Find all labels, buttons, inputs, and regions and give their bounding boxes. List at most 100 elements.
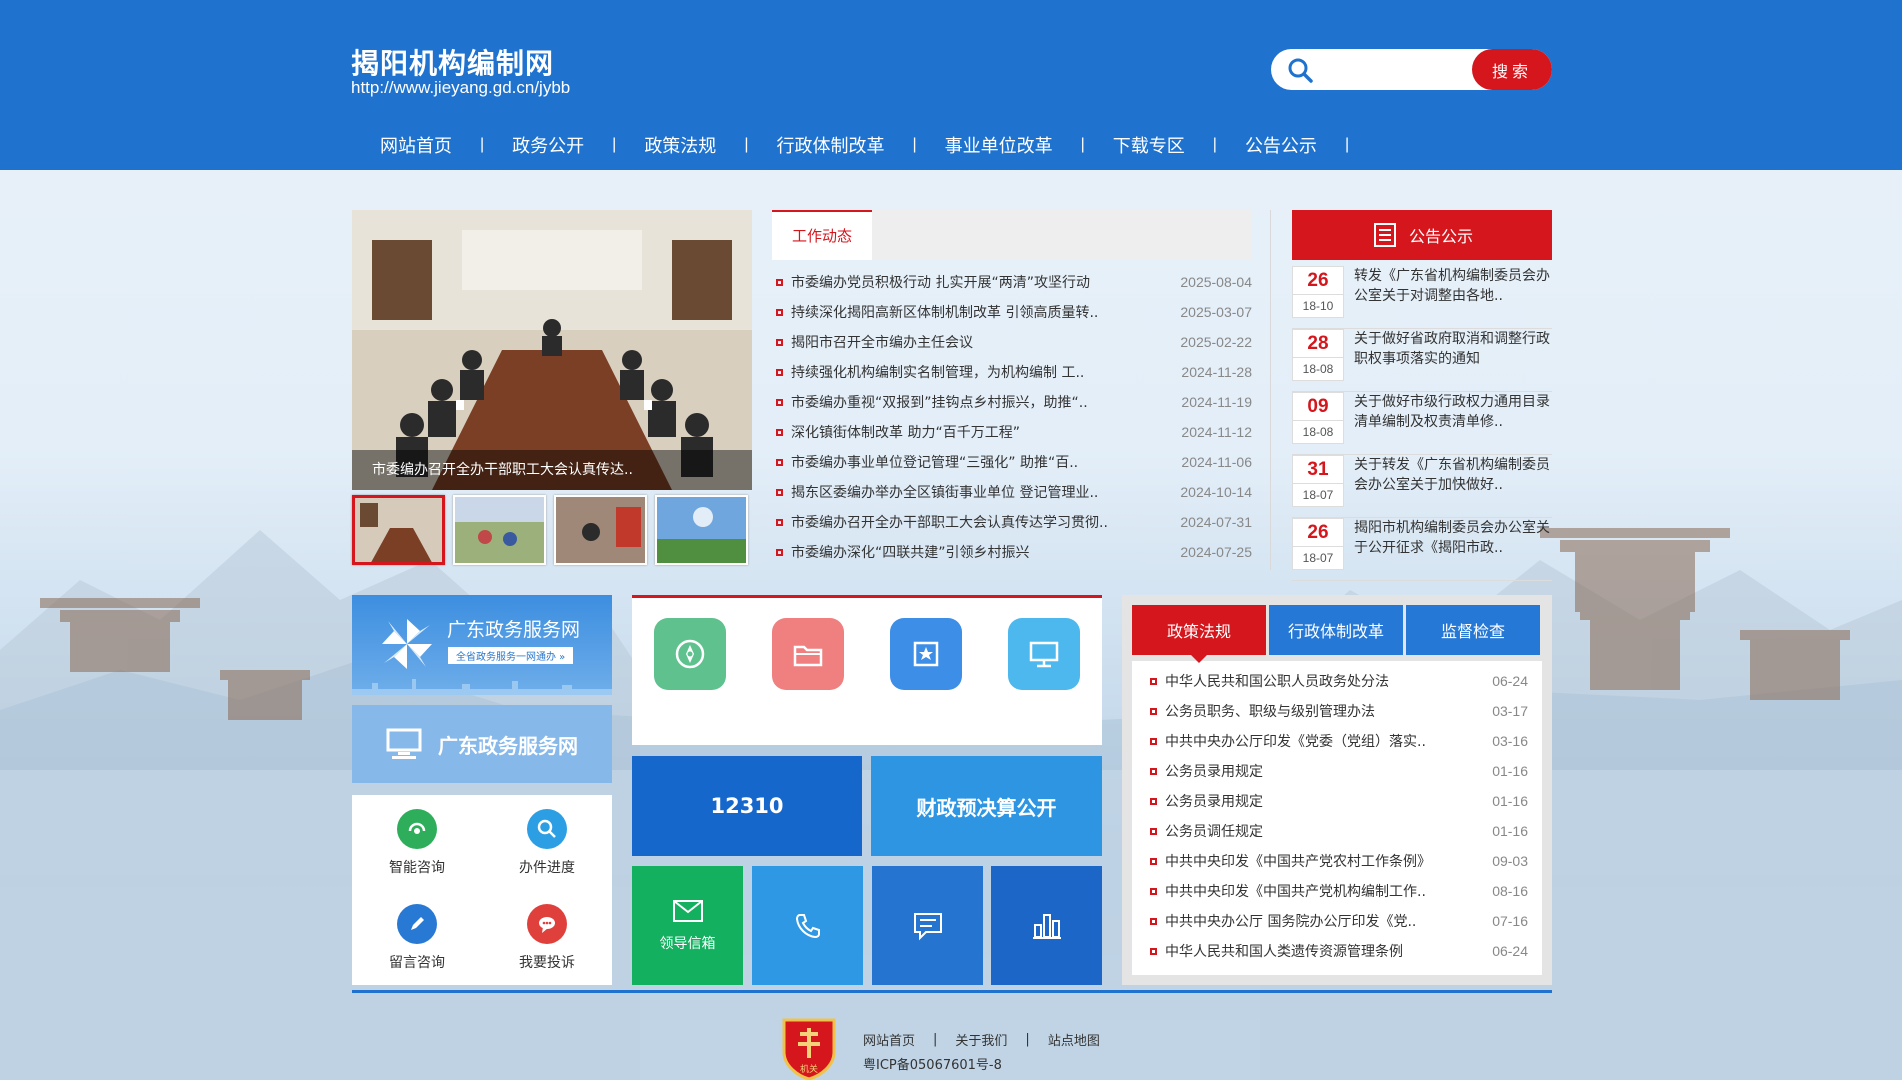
footer-link-sitemap[interactable]: 站点地图	[1048, 1030, 1100, 1049]
party-organ-emblem-icon[interactable]: 机关	[776, 1014, 842, 1080]
news-item[interactable]: 市委编办事业单位登记管理“三强化” 助推“百.. 2024-11-06	[772, 447, 1252, 477]
compass-icon[interactable]	[654, 618, 726, 690]
news-item[interactable]: 持续深化揭阳高新区体制机制改革 引领高质量转.. 2025-03-07	[772, 297, 1252, 327]
star-document-icon[interactable]	[890, 618, 962, 690]
carousel-thumbnail[interactable]	[453, 495, 546, 565]
nav-government-affairs[interactable]: 政务公开	[484, 132, 612, 158]
tab-admin-reform[interactable]: 行政体制改革	[1269, 605, 1403, 655]
monitor-icon[interactable]	[1008, 618, 1080, 690]
nav-separator: |	[1344, 136, 1350, 153]
news-carousel[interactable]: 市委编办召开全办干部职工大会认真传达..	[352, 210, 752, 490]
announcement-item[interactable]: 09 18-08 关于做好市级行政权力通用目录清单编制及权责清单修..	[1292, 392, 1552, 455]
tile-message[interactable]	[872, 866, 983, 985]
carousel-thumbnail[interactable]	[554, 495, 647, 565]
policy-title[interactable]: 公务员调任规定	[1165, 821, 1465, 841]
announcement-text[interactable]: 关于做好省政府取消和调整行政职权事项落实的通知	[1354, 329, 1552, 371]
news-title[interactable]: 深化镇街体制改革 助力“百千万工程”	[791, 422, 1136, 442]
news-date: 2024-07-25	[1180, 544, 1252, 560]
carousel-thumbnail[interactable]	[352, 495, 445, 565]
policy-title[interactable]: 公务员录用规定	[1165, 761, 1465, 781]
news-item[interactable]: 深化镇街体制改革 助力“百千万工程” 2024-11-12	[772, 417, 1252, 447]
search-input[interactable]	[1323, 55, 1473, 83]
search-button[interactable]: 搜索	[1472, 49, 1552, 90]
announcement-item[interactable]: 28 18-08 关于做好省政府取消和调整行政职权事项落实的通知	[1292, 329, 1552, 392]
announcement-text[interactable]: 关于做好市级行政权力通用目录清单编制及权责清单修..	[1354, 392, 1552, 434]
news-title[interactable]: 市委编办事业单位登记管理“三强化” 助推“百..	[791, 452, 1136, 472]
tile-budget-disclosure[interactable]: 财政预决算公开	[871, 756, 1102, 856]
announcement-text[interactable]: 揭阳市机构编制委员会办公室关于公开征求《揭阳市政..	[1354, 518, 1552, 560]
service-message[interactable]: 留言咨询	[352, 890, 482, 985]
bullet-icon	[776, 548, 783, 556]
announcement-date: 26 18-10	[1292, 266, 1344, 318]
service-smart-consult[interactable]: 智能咨询	[352, 795, 482, 890]
announcement-item[interactable]: 26 18-07 揭阳市机构编制委员会办公室关于公开征求《揭阳市政..	[1292, 518, 1552, 581]
policy-title[interactable]: 中共中央印发《中国共产党机构编制工作..	[1165, 881, 1465, 901]
announcement-item[interactable]: 31 18-07 关于转发《广东省机构编制委员会办公室关于加快做好..	[1292, 455, 1552, 518]
tab-work-news[interactable]: 工作动态	[772, 210, 872, 260]
policy-item[interactable]: 公务员录用规定 01-16	[1146, 756, 1528, 786]
announcements-header[interactable]: 公告公示	[1292, 210, 1552, 260]
footer-separator: |	[1025, 1032, 1030, 1047]
policy-item[interactable]: 公务员调任规定 01-16	[1146, 816, 1528, 846]
policy-title[interactable]: 中共中央办公厅印发《党委（党组）落实..	[1165, 731, 1465, 751]
news-item[interactable]: 揭东区委编办举办全区镇街事业单位 登记管理业.. 2024-10-14	[772, 477, 1252, 507]
news-title[interactable]: 市委编办深化“四联共建”引领乡村振兴	[791, 542, 1136, 562]
tile-statistics[interactable]	[991, 866, 1102, 985]
news-item[interactable]: 市委编办深化“四联共建”引领乡村振兴 2024-07-25	[772, 537, 1252, 567]
nav-downloads[interactable]: 下载专区	[1085, 132, 1213, 158]
announcement-day: 26	[1293, 519, 1343, 547]
tile-leader-mailbox[interactable]: 领导信箱	[632, 866, 743, 985]
tile-phone[interactable]	[752, 866, 863, 985]
news-item[interactable]: 持续强化机构编制实名制管理，为机构编制 工.. 2024-11-28	[772, 357, 1252, 387]
announcement-item[interactable]: 26 18-10 转发《广东省机构编制委员会办公室关于对调整由各地..	[1292, 266, 1552, 329]
nav-announcements[interactable]: 公告公示	[1217, 132, 1345, 158]
news-title[interactable]: 揭东区委编办举办全区镇街事业单位 登记管理业..	[791, 482, 1136, 502]
folder-icon[interactable]	[772, 618, 844, 690]
gd-gov-service-banner[interactable]: 广东政务服务网 全省政务服务一网通办 »	[352, 595, 612, 695]
policy-title[interactable]: 中共中央印发《中国共产党农村工作条例》	[1165, 851, 1465, 871]
news-item[interactable]: 市委编办党员积极行动 扎实开展“两清”攻坚行动 2025-08-04	[772, 267, 1252, 297]
footer-link-home[interactable]: 网站首页	[863, 1030, 915, 1049]
news-title[interactable]: 持续强化机构编制实名制管理，为机构编制 工..	[791, 362, 1136, 382]
nav-home[interactable]: 网站首页	[352, 132, 480, 158]
carousel-caption[interactable]: 市委编办召开全办干部职工大会认真传达..	[352, 450, 752, 490]
nav-policies[interactable]: 政策法规	[616, 132, 744, 158]
policy-title[interactable]: 公务员录用规定	[1165, 791, 1465, 811]
tile-12310-hotline[interactable]: 12310	[632, 756, 862, 856]
news-item[interactable]: 揭阳市召开全市编办主任会议 2025-02-22	[772, 327, 1252, 357]
banner-subtitle[interactable]: 全省政务服务一网通办 »	[448, 647, 574, 664]
carousel-thumbnail[interactable]	[655, 495, 748, 565]
announcement-text[interactable]: 关于转发《广东省机构编制委员会办公室关于加快做好..	[1354, 455, 1552, 497]
news-title[interactable]: 市委编办重视“双报到”挂钩点乡村振兴，助推“..	[791, 392, 1136, 412]
news-title[interactable]: 揭阳市召开全市编办主任会议	[791, 332, 1136, 352]
news-item[interactable]: 市委编办召开全办干部职工大会认真传达学习贯彻.. 2024-07-31	[772, 507, 1252, 537]
policy-item[interactable]: 中共中央印发《中国共产党机构编制工作.. 08-16	[1146, 876, 1528, 906]
nav-admin-reform[interactable]: 行政体制改革	[748, 132, 912, 158]
tab-policies[interactable]: 政策法规	[1132, 605, 1266, 663]
news-title[interactable]: 市委编办党员积极行动 扎实开展“两清”攻坚行动	[791, 272, 1136, 292]
policy-list-container: 中华人民共和国公职人员政务处分法 06-24 公务员职务、职级与级别管理办法 03-…	[1132, 661, 1542, 975]
gd-gov-service-banner-2[interactable]: 广东政务服务网	[352, 705, 612, 783]
policy-item[interactable]: 中共中央印发《中国共产党农村工作条例》 09-03	[1146, 846, 1528, 876]
policy-item[interactable]: 中华人民共和国公职人员政务处分法 06-24	[1146, 666, 1528, 696]
policy-item[interactable]: 公务员录用规定 01-16	[1146, 786, 1528, 816]
footer-icp[interactable]: 粤ICP备05067601号-8	[863, 1054, 1002, 1073]
policy-title[interactable]: 中华人民共和国人类遗传资源管理条例	[1165, 941, 1465, 961]
service-progress[interactable]: 办件进度	[482, 795, 612, 890]
policy-title[interactable]: 公务员职务、职级与级别管理办法	[1165, 701, 1465, 721]
site-title[interactable]: 揭阳机构编制网	[351, 42, 554, 82]
policy-title[interactable]: 中共中央办公厅 国务院办公厅印发《党..	[1165, 911, 1465, 931]
tab-supervision[interactable]: 监督检查	[1406, 605, 1540, 655]
policy-item[interactable]: 中华人民共和国人类遗传资源管理条例 06-24	[1146, 936, 1528, 966]
footer-link-about[interactable]: 关于我们	[955, 1030, 1007, 1049]
announcement-text[interactable]: 转发《广东省机构编制委员会办公室关于对调整由各地..	[1354, 266, 1552, 308]
news-title[interactable]: 持续深化揭阳高新区体制机制改革 引领高质量转..	[791, 302, 1136, 322]
policy-item[interactable]: 公务员职务、职级与级别管理办法 03-17	[1146, 696, 1528, 726]
service-complaint[interactable]: 我要投诉	[482, 890, 612, 985]
news-item[interactable]: 市委编办重视“双报到”挂钩点乡村振兴，助推“.. 2024-11-19	[772, 387, 1252, 417]
nav-institution-reform[interactable]: 事业单位改革	[917, 132, 1081, 158]
news-title[interactable]: 市委编办召开全办干部职工大会认真传达学习贯彻..	[791, 512, 1136, 532]
policy-item[interactable]: 中共中央办公厅印发《党委（党组）落实.. 03-16	[1146, 726, 1528, 756]
policy-title[interactable]: 中华人民共和国公职人员政务处分法	[1165, 671, 1465, 691]
policy-item[interactable]: 中共中央办公厅 国务院办公厅印发《党.. 07-16	[1146, 906, 1528, 936]
